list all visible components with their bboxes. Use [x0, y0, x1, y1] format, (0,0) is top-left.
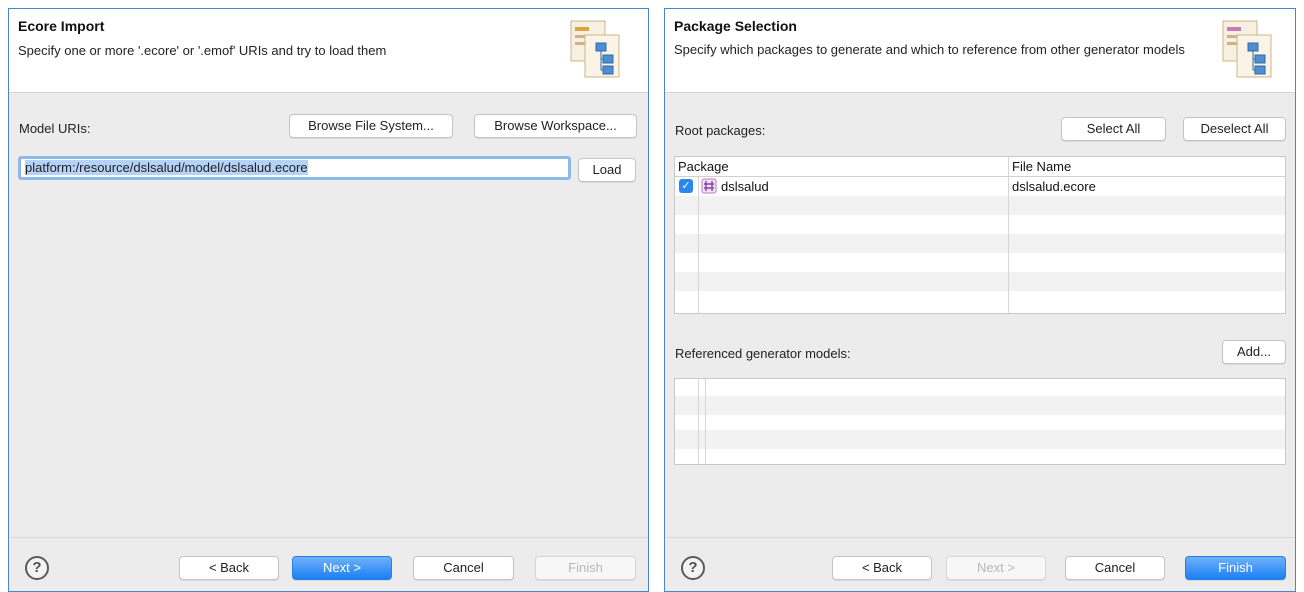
- load-button[interactable]: Load: [578, 158, 636, 182]
- table-row: [675, 447, 1285, 464]
- next-button[interactable]: Next >: [292, 556, 392, 580]
- cancel-button[interactable]: Cancel: [1065, 556, 1165, 580]
- package-checkbox[interactable]: ✓: [679, 179, 693, 193]
- package-selection-dialog: Package Selection Specify which packages…: [664, 8, 1296, 592]
- table-row[interactable]: ✓ dslsalud dslsalud.ecore: [675, 177, 1285, 196]
- dialog-title: Package Selection: [674, 18, 797, 34]
- dialog-header: Ecore Import Specify one or more '.ecore…: [9, 9, 648, 93]
- footer-separator: [665, 537, 1295, 538]
- table-header: Package File Name: [675, 157, 1285, 177]
- package-icon: [701, 178, 717, 194]
- finish-button: Finish: [535, 556, 636, 580]
- back-button[interactable]: < Back: [832, 556, 932, 580]
- table-row: [675, 215, 1285, 234]
- package-wizard-icon: [1222, 20, 1272, 78]
- browse-file-system-button[interactable]: Browse File System...: [289, 114, 453, 138]
- add-button[interactable]: Add...: [1222, 340, 1286, 364]
- table-row: [675, 291, 1285, 310]
- referenced-models-table: [674, 378, 1286, 465]
- select-all-button[interactable]: Select All: [1061, 117, 1166, 141]
- referenced-models-label: Referenced generator models:: [675, 346, 851, 361]
- help-icon[interactable]: ?: [25, 556, 49, 580]
- next-button: Next >: [946, 556, 1046, 580]
- dialog-description: Specify one or more '.ecore' or '.emof' …: [18, 43, 387, 58]
- package-file-name: dslsalud.ecore: [1012, 179, 1096, 194]
- package-name: dslsalud: [721, 179, 769, 194]
- column-divider: [698, 379, 699, 464]
- model-uri-input[interactable]: platform:/resource/dslsalud/model/dslsal…: [18, 156, 571, 180]
- column-divider: [705, 379, 706, 464]
- footer-separator: [9, 537, 648, 538]
- ecore-wizard-icon: [570, 20, 620, 78]
- table-row: [675, 272, 1285, 291]
- cancel-button[interactable]: Cancel: [413, 556, 514, 580]
- column-divider: [698, 177, 699, 313]
- deselect-all-button[interactable]: Deselect All: [1183, 117, 1286, 141]
- finish-button[interactable]: Finish: [1185, 556, 1286, 580]
- back-button[interactable]: < Back: [179, 556, 279, 580]
- model-uris-label: Model URIs:: [19, 121, 91, 136]
- packages-table: Package File Name ✓ dslsalud dslsalud.ec…: [674, 156, 1286, 314]
- column-divider[interactable]: [1008, 157, 1009, 313]
- dialog-title: Ecore Import: [18, 18, 105, 34]
- column-header-package[interactable]: Package: [678, 159, 729, 174]
- table-row: [675, 253, 1285, 272]
- help-icon[interactable]: ?: [681, 556, 705, 580]
- dialog-header: Package Selection Specify which packages…: [665, 9, 1295, 93]
- ecore-import-dialog: Ecore Import Specify one or more '.ecore…: [8, 8, 649, 592]
- model-uri-value: platform:/resource/dslsalud/model/dslsal…: [25, 160, 308, 175]
- root-packages-label: Root packages:: [675, 123, 766, 138]
- column-header-file-name[interactable]: File Name: [1012, 159, 1071, 174]
- browse-workspace-button[interactable]: Browse Workspace...: [474, 114, 637, 138]
- table-row: [675, 234, 1285, 253]
- dialog-description: Specify which packages to generate and w…: [674, 42, 1185, 57]
- table-row: [675, 196, 1285, 215]
